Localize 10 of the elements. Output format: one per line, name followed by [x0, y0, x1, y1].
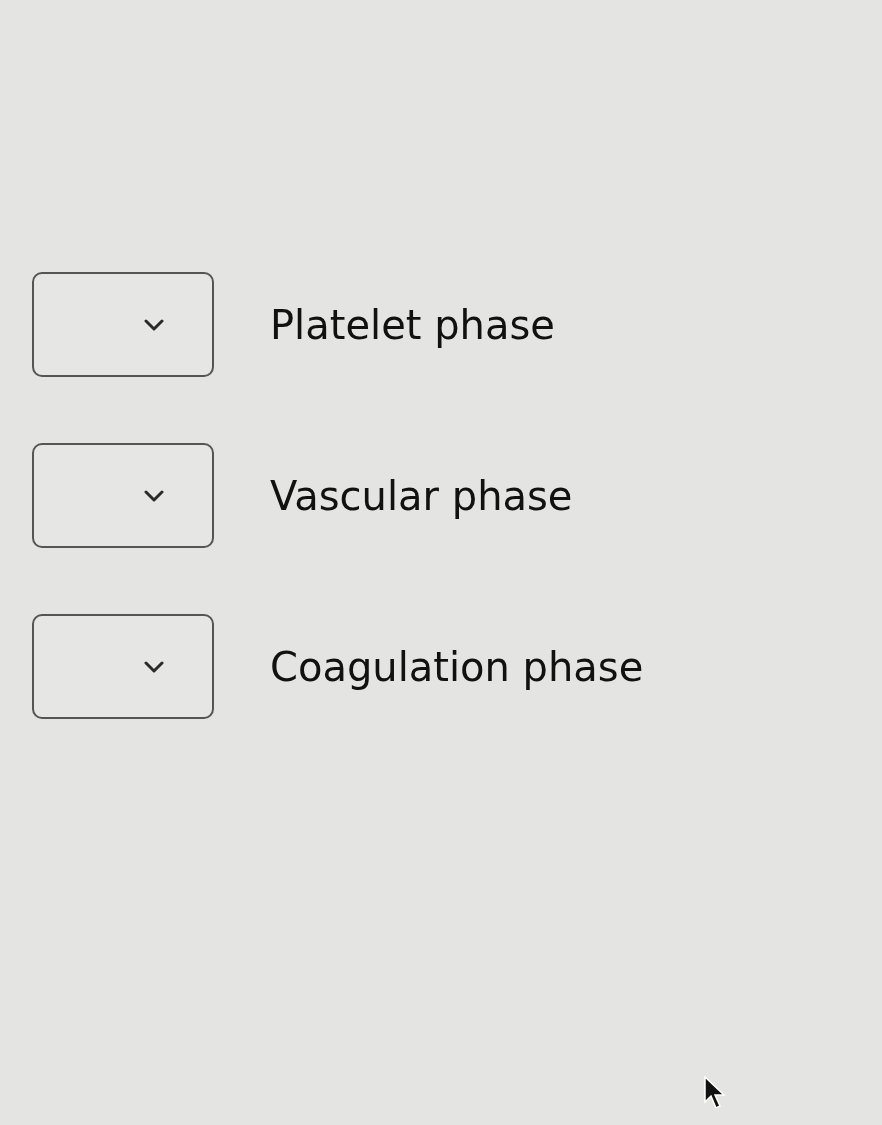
- option-label: Vascular phase: [270, 472, 573, 519]
- dropdown[interactable]: [32, 614, 214, 719]
- chevron-down-icon: [144, 318, 164, 331]
- chevron-down-icon: [144, 660, 164, 673]
- option-label: Coagulation phase: [270, 643, 644, 690]
- chevron-down-icon: [144, 489, 164, 502]
- mouse-pointer-icon: [704, 1076, 726, 1110]
- option-label: Platelet phase: [270, 301, 555, 348]
- dropdown[interactable]: [32, 443, 214, 548]
- dropdown[interactable]: [32, 272, 214, 377]
